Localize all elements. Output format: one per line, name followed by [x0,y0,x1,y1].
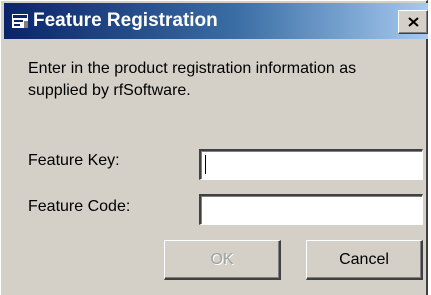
ok-button[interactable]: OK [164,240,281,280]
feature-registration-dialog: Feature Registration Enter in the produc… [0,0,428,295]
instruction-text: Enter in the product registration inform… [28,60,357,99]
close-button[interactable] [398,10,428,34]
feature-key-input[interactable] [199,149,423,180]
close-icon [408,17,419,27]
feature-code-input[interactable] [199,194,423,225]
text-caret [205,155,206,174]
feature-key-label: Feature Key: [28,152,120,169]
application-icon [12,14,28,28]
cancel-button[interactable]: Cancel [306,240,423,280]
window-title: Feature Registration [33,10,218,31]
feature-code-label: Feature Code: [28,198,131,215]
title-bar[interactable]: Feature Registration [4,3,428,39]
